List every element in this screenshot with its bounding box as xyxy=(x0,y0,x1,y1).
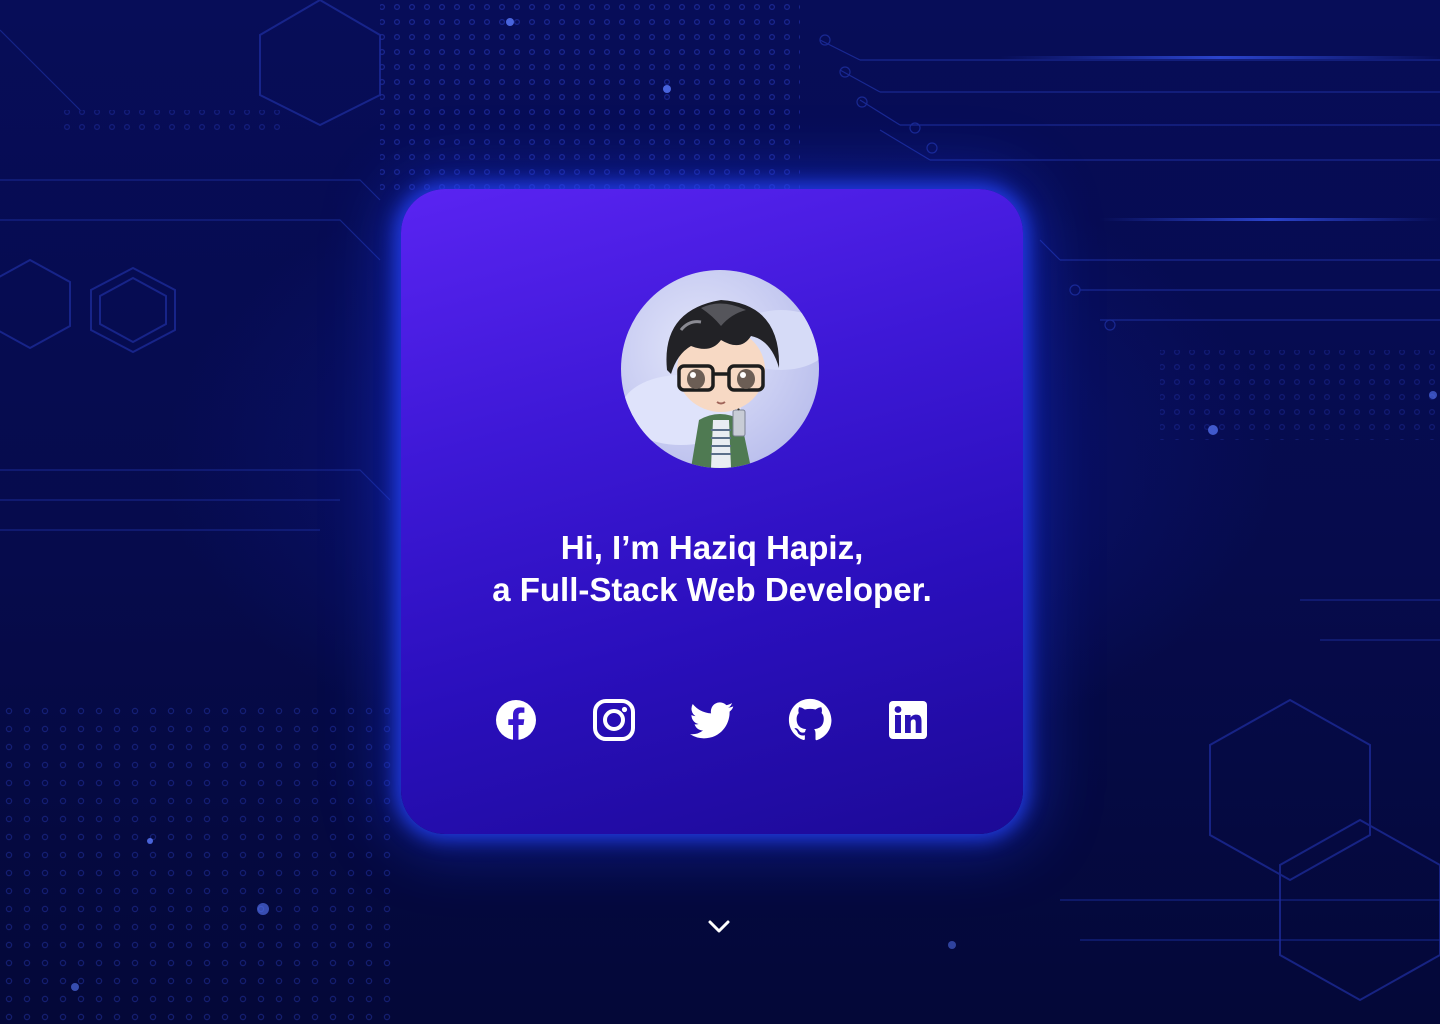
profile-card: Hi, I’m Haziq Hapiz, a Full-Stack Web De… xyxy=(401,189,1023,834)
avatar-illustration xyxy=(621,300,819,468)
facebook-icon xyxy=(496,700,536,740)
headline-line-2: a Full-Stack Web Developer. xyxy=(492,571,932,608)
twitter-icon xyxy=(690,702,734,739)
social-links xyxy=(494,698,934,742)
linkedin-link[interactable] xyxy=(886,698,930,742)
hero-section: Hi, I’m Haziq Hapiz, a Full-Stack Web De… xyxy=(0,0,1440,1024)
page-title: Hi, I’m Haziq Hapiz, a Full-Stack Web De… xyxy=(401,527,1023,611)
headline-line-1: Hi, I’m Haziq Hapiz, xyxy=(560,529,864,566)
facebook-link[interactable] xyxy=(494,698,538,742)
github-icon xyxy=(788,698,832,741)
github-link[interactable] xyxy=(788,698,832,742)
linkedin-icon xyxy=(889,701,927,739)
chevron-down-icon xyxy=(708,920,730,933)
scroll-down-button[interactable] xyxy=(705,912,733,940)
twitter-link[interactable] xyxy=(690,698,734,742)
instagram-link[interactable] xyxy=(592,698,636,742)
avatar xyxy=(621,270,819,468)
instagram-icon xyxy=(593,699,635,741)
